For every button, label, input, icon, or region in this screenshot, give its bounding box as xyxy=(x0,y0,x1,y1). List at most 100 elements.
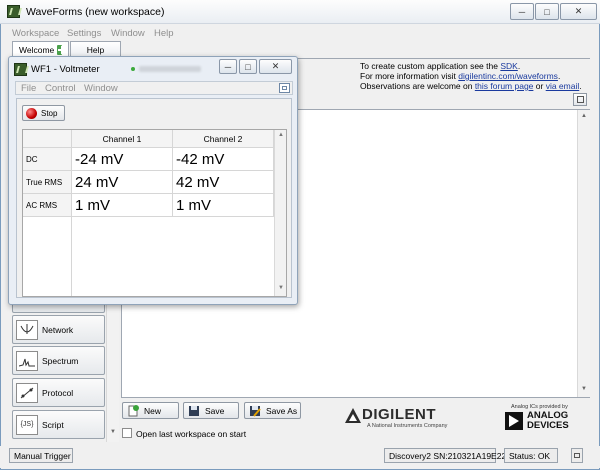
dc-channel-1-value: -24 mV xyxy=(72,148,173,171)
minimize-icon: ─ xyxy=(224,61,232,72)
row-header-empty-area xyxy=(23,217,72,296)
manual-trigger-button[interactable]: Manual Trigger xyxy=(9,448,73,463)
status-options-button[interactable] xyxy=(571,448,583,463)
menu-workspace[interactable]: Workspace xyxy=(12,28,59,39)
menu-window[interactable]: Window xyxy=(111,28,145,39)
voltmeter-minimize-button[interactable]: ─ xyxy=(219,59,237,74)
sidebar-label-script: Script xyxy=(42,419,64,430)
sidebar-item-protocol[interactable]: Protocol xyxy=(12,378,105,407)
table-corner xyxy=(23,130,72,148)
info-feedback-period: . xyxy=(579,81,582,91)
open-last-label: Open last workspace on start xyxy=(136,429,247,439)
table-scroll-up-icon[interactable]: ▲ xyxy=(278,132,284,138)
measurement-table: Channel 1 Channel 2 DC -24 mV -42 mV Tru… xyxy=(22,129,287,297)
table-scrollbar[interactable]: ▲ ▼ xyxy=(274,130,286,296)
info-sdk-line: To create custom application see the SDK… xyxy=(360,61,520,71)
scroll-up-icon[interactable]: ▲ xyxy=(581,113,587,119)
ac-rms-channel-1-value: 1 mV xyxy=(72,194,173,217)
new-button[interactable]: New xyxy=(122,402,179,419)
ac-rms-channel-2-value: 1 mV xyxy=(173,194,274,217)
save-as-button[interactable]: Save As xyxy=(244,402,301,419)
script-icon: {JS} xyxy=(16,414,38,435)
table-scroll-down-icon[interactable]: ▼ xyxy=(278,285,284,291)
website-link[interactable]: digilentinc.com/waveforms xyxy=(458,71,558,81)
dock-icon xyxy=(282,86,287,90)
menu-settings[interactable]: Settings xyxy=(67,28,101,39)
voltmeter-app-icon xyxy=(14,63,27,76)
voltmeter-title-bar[interactable]: WF1 - Voltmeter ─ □ ✕ xyxy=(9,57,297,81)
sidebar-label-spectrum: Spectrum xyxy=(42,355,79,366)
protocol-icon xyxy=(16,382,38,403)
digilent-logo-text: DIGILENT xyxy=(362,406,436,423)
digilent-tagline: A National Instruments Company xyxy=(367,423,448,429)
sidebar-label-protocol: Protocol xyxy=(42,387,74,398)
minimize-button[interactable]: ─ xyxy=(510,3,534,20)
maximize-icon: □ xyxy=(544,6,550,17)
close-icon: ✕ xyxy=(574,6,583,16)
scroll-down-icon[interactable]: ▼ xyxy=(581,386,587,392)
true-rms-channel-2-value: 42 mV xyxy=(173,171,274,194)
close-button[interactable]: ✕ xyxy=(560,3,597,20)
digilent-logo-icon xyxy=(345,408,361,423)
sidebar-scrollbar[interactable]: ▼ xyxy=(106,305,119,442)
voltmeter-maximize-button[interactable]: □ xyxy=(239,59,257,74)
row-header-dc: DC xyxy=(23,148,72,171)
save-as-button-label: Save As xyxy=(266,405,298,416)
adi-logo-line2: DEVICES xyxy=(527,420,569,431)
network-icon xyxy=(16,319,38,340)
device-indicator[interactable]: Discovery2 SN:210321A19E22 xyxy=(384,448,506,463)
info-sdk-period: . xyxy=(517,61,521,71)
new-button-label: New xyxy=(144,405,162,416)
refresh-button[interactable] xyxy=(573,93,587,106)
window-title: WaveForms (new workspace) xyxy=(26,6,165,18)
menu-help[interactable]: Help xyxy=(154,28,174,39)
column-header-channel-2: Channel 2 xyxy=(173,130,274,148)
row-header-ac-rms: AC RMS xyxy=(23,194,72,217)
column-header-channel-1: Channel 1 xyxy=(72,130,173,148)
row-header-true-rms: True RMS xyxy=(23,171,72,194)
stop-button-label: Stop xyxy=(41,108,58,118)
sidebar-scroll-down-icon[interactable]: ▼ xyxy=(110,429,116,435)
close-icon: ✕ xyxy=(271,61,280,71)
status-indicator: Status: OK xyxy=(504,448,558,463)
vm-dock-button[interactable] xyxy=(279,83,290,93)
true-rms-channel-1-value: 24 mV xyxy=(72,171,173,194)
voltmeter-close-button[interactable]: ✕ xyxy=(259,59,292,74)
status-bar: Manual Trigger Discovery2 SN:210321A19E2… xyxy=(0,446,600,468)
email-link[interactable]: via email xyxy=(546,81,580,91)
content-scrollbar[interactable]: ▲ ▼ xyxy=(577,110,590,397)
save-button-label: Save xyxy=(205,405,225,416)
title-bar: WaveForms (new workspace) ─ □ ✕ xyxy=(0,0,600,24)
info-website-period: . xyxy=(557,71,561,81)
save-button[interactable]: Save xyxy=(183,402,239,419)
info-feedback-text: Observations are welcome on xyxy=(360,81,475,91)
stop-icon xyxy=(26,107,37,119)
new-document-icon xyxy=(127,404,139,417)
vm-menu-file[interactable]: File xyxy=(21,83,36,94)
adi-logo-text: ANALOG DEVICES xyxy=(527,411,569,431)
maximize-button[interactable]: □ xyxy=(535,3,559,20)
forum-link[interactable]: this forum page xyxy=(475,81,534,91)
info-sdk-text: To create custom application see the xyxy=(360,61,501,71)
save-icon xyxy=(188,405,200,417)
info-feedback-line: Observations are welcome on this forum p… xyxy=(360,81,582,91)
voltmeter-menu-bar: File Control Window xyxy=(15,81,293,95)
info-website-line: For more information visit digilentinc.c… xyxy=(360,71,560,81)
info-feedback-or: or xyxy=(533,81,546,91)
stop-button[interactable]: Stop xyxy=(22,105,66,121)
refresh-icon xyxy=(577,96,584,103)
sidebar-item-script[interactable]: {JS} Script xyxy=(12,410,105,439)
save-as-icon xyxy=(249,405,261,417)
sidebar-item-network[interactable]: Network xyxy=(12,315,105,344)
add-tab-icon[interactable] xyxy=(57,45,66,55)
voltmeter-window[interactable]: WF1 - Voltmeter ─ □ ✕ File Control Windo… xyxy=(8,56,298,305)
vm-menu-control[interactable]: Control xyxy=(45,83,76,94)
minimize-icon: ─ xyxy=(518,6,526,17)
voltmeter-title: WF1 - Voltmeter xyxy=(31,64,100,75)
workspace-status-dot xyxy=(131,67,135,71)
sdk-link[interactable]: SDK xyxy=(500,61,517,71)
vm-menu-window[interactable]: Window xyxy=(84,83,118,94)
waveforms-app-icon xyxy=(7,5,20,18)
open-last-checkbox[interactable] xyxy=(122,428,132,438)
sidebar-item-spectrum[interactable]: Spectrum xyxy=(12,346,105,375)
